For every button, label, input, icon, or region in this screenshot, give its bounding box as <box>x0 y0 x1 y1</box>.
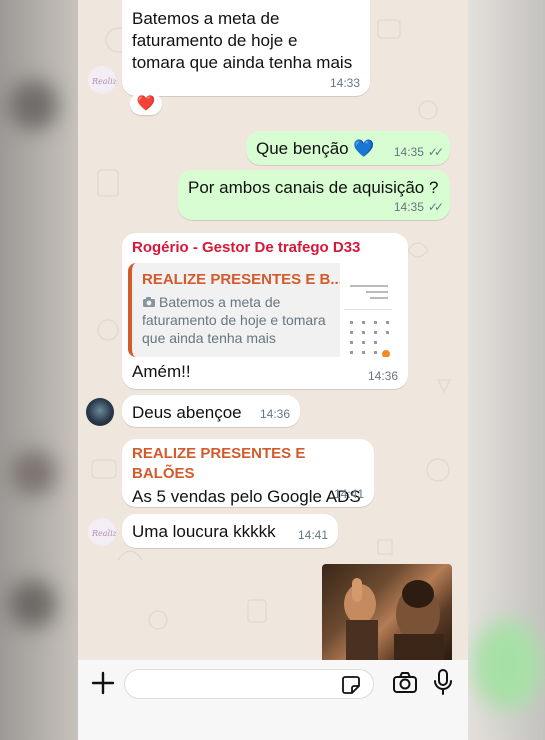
message-bubble-7[interactable]: Uma loucura kkkkk 14:41 <box>122 514 338 548</box>
message-text-7: Uma loucura kkkkk <box>132 522 276 541</box>
message-input[interactable] <box>124 669 374 699</box>
mic-icon[interactable] <box>432 668 454 696</box>
message-text-2: Que benção 💙 <box>256 139 375 158</box>
avatar-realize[interactable]: Realize <box>88 518 116 546</box>
message-time-3: 14:35 ✓✓ <box>393 200 444 214</box>
read-ticks-icon: ✓✓ <box>427 145 444 159</box>
message-bubble-4[interactable]: Rogério - Gestor De trafego D33 REALIZE … <box>122 233 408 389</box>
message-text-3: Por ambos canais de aquisição ? <box>188 178 439 197</box>
avatar-realize[interactable]: Realize <box>88 66 116 94</box>
plus-icon[interactable] <box>90 670 116 696</box>
message-time-6: 14:41 <box>333 487 364 501</box>
camera-icon[interactable] <box>392 670 418 696</box>
message-time-1: 14:33 <box>329 76 360 90</box>
thumbs-up-image[interactable] <box>322 564 452 660</box>
avatar-rogerio[interactable] <box>86 398 114 426</box>
quote-author: REALIZE PRESENTES E B... <box>142 271 343 288</box>
quote-text: Batemos a meta de faturamento de hoje e … <box>142 294 326 346</box>
sticker-icon[interactable] <box>341 675 361 695</box>
message-time-5: 14:36 <box>259 407 290 421</box>
message-bubble-5[interactable]: Deus abençoe 14:36 <box>122 395 300 427</box>
message-text-1-line-1: Batemos a meta de <box>132 9 280 28</box>
read-ticks-icon: ✓✓ <box>427 200 444 214</box>
message-bubble-3[interactable]: Por ambos canais de aquisição ? 14:35 ✓✓ <box>178 170 450 220</box>
message-text-1-line-2: faturamento de hoje e <box>132 31 298 50</box>
message-time-2: 14:35 ✓✓ <box>393 145 444 159</box>
svg-text:Realize: Realize <box>91 77 116 86</box>
message-text-6: As 5 vendas pelo Google ADS <box>132 487 361 506</box>
message-text-1-line-3: tomara que ainda tenha mais <box>132 53 353 72</box>
message-input-bar <box>78 660 468 740</box>
sender-name: Rogério - Gestor De trafego D33 <box>132 239 361 256</box>
camera-icon <box>143 297 155 307</box>
heart-reaction[interactable]: ❤️ <box>130 93 162 115</box>
svg-text:Realize: Realize <box>91 529 116 538</box>
message-text-4: Amém!! <box>132 362 191 381</box>
message-bubble-1[interactable]: Batemos a meta de faturamento de hoje e … <box>122 0 370 96</box>
message-bubble-6[interactable]: REALIZE PRESENTES E BALÕES As 5 vendas p… <box>122 439 374 507</box>
message-text-5: Deus abençoe <box>132 403 242 422</box>
blurred-right-edge <box>467 0 545 740</box>
quoted-message[interactable]: REALIZE PRESENTES E B... Batemos a meta … <box>128 263 396 357</box>
quote-thumbnail <box>340 263 396 357</box>
sender-name: REALIZE PRESENTES E BALÕES <box>132 445 306 482</box>
chat-screen: Realize Batemos a meta de faturamento de… <box>78 0 468 740</box>
message-time-4: 14:36 <box>367 369 398 383</box>
message-bubble-2[interactable]: Que benção 💙 14:35 ✓✓ <box>246 131 450 165</box>
blurred-left-edge <box>0 0 78 740</box>
message-time-7: 14:41 <box>297 528 328 542</box>
